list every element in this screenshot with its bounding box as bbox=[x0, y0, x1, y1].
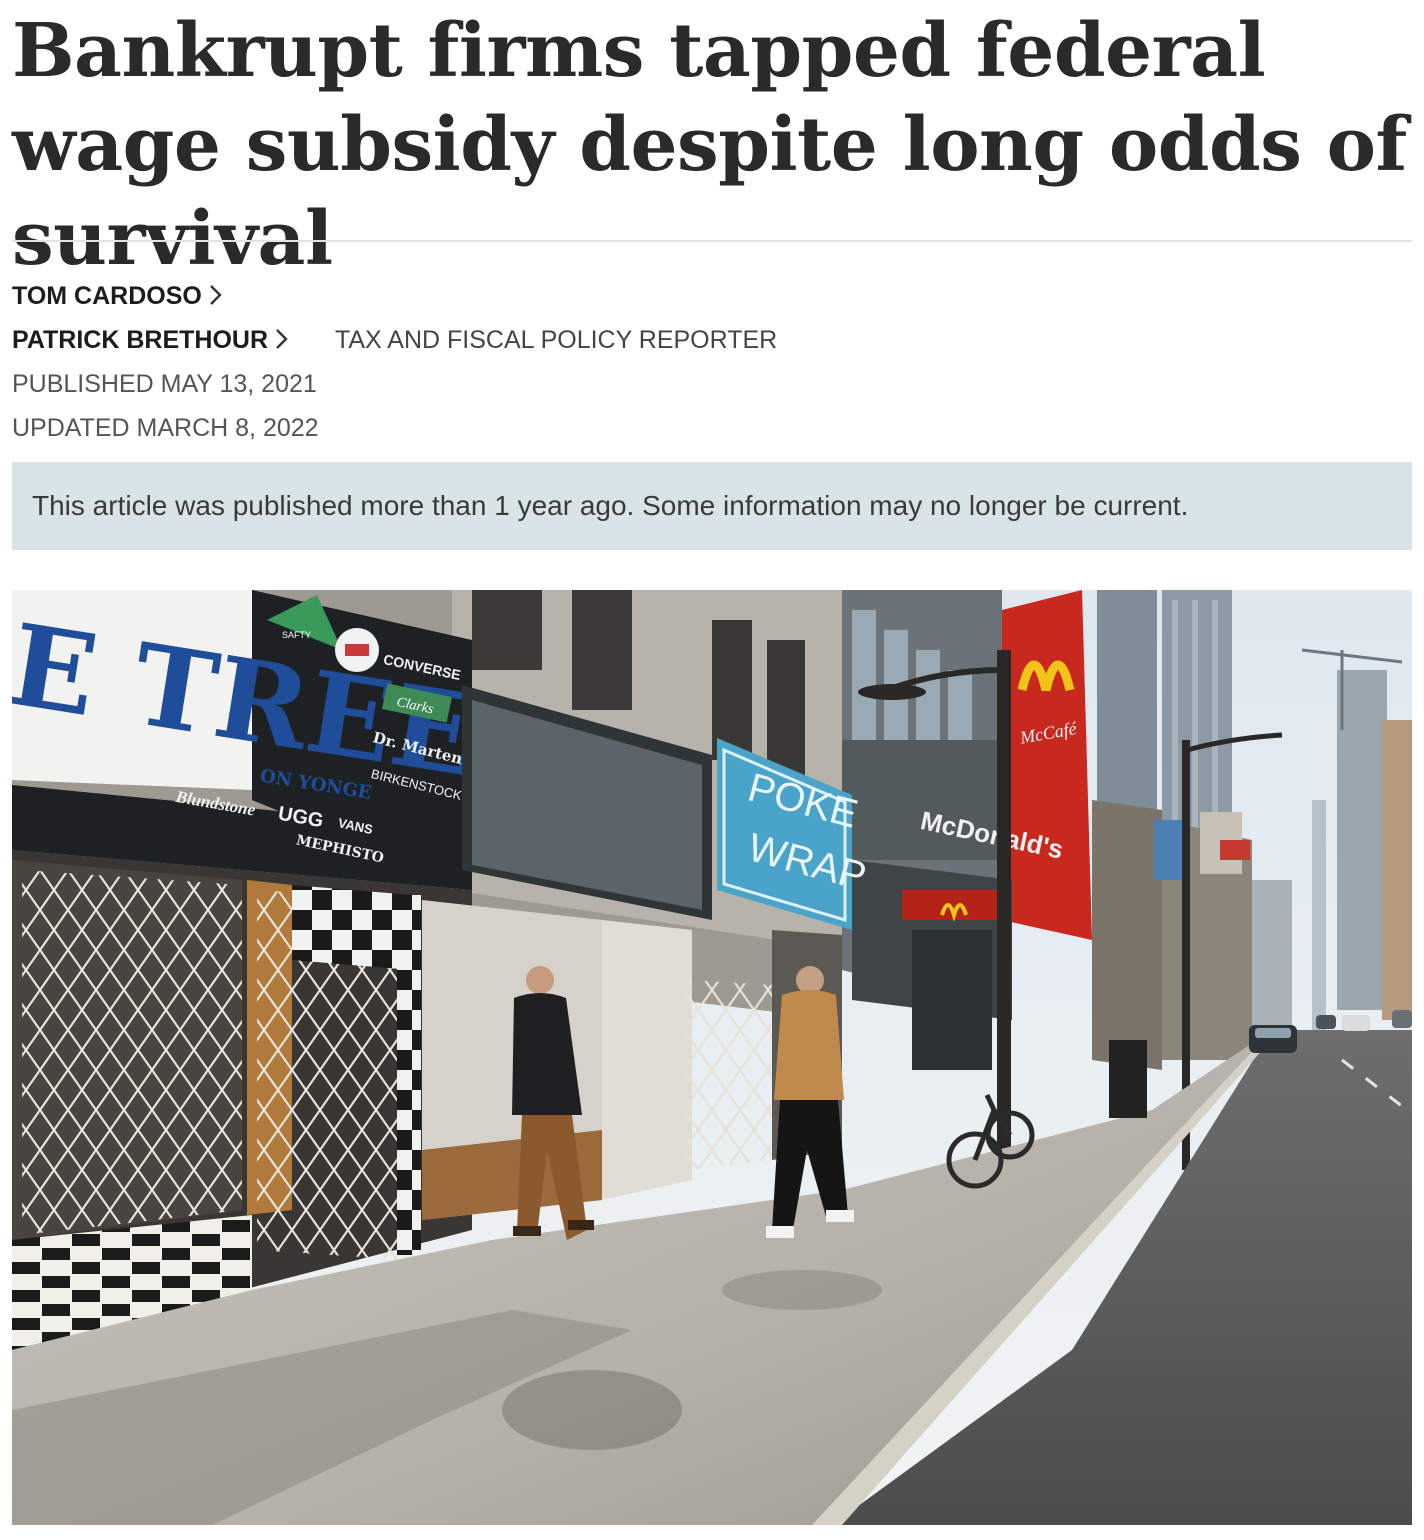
article-page: Bankrupt firms tapped federal wage subsi… bbox=[0, 0, 1424, 1540]
headline-divider bbox=[12, 240, 1412, 242]
article-headline: Bankrupt firms tapped federal wage subsi… bbox=[12, 8, 1407, 282]
author-role: TAX AND FISCAL POLICY REPORTER bbox=[334, 326, 778, 354]
byline-row-2: PATRICK BRETHOUR TAX AND FISCAL POLICY R… bbox=[12, 325, 777, 355]
author-name[interactable]: TOM CARDOSO bbox=[12, 282, 202, 310]
byline-row-1: TOM CARDOSO bbox=[12, 281, 226, 311]
chevron-right-icon bbox=[209, 285, 222, 305]
street-scene-illustration: McCafé McDonald's E TREE ON YONGE SAFTY bbox=[12, 590, 1412, 1525]
lead-photo: McCafé McDonald's E TREE ON YONGE SAFTY bbox=[12, 590, 1412, 1525]
notice-text: This article was published more than 1 y… bbox=[32, 490, 1189, 521]
published-date: PUBLISHED MAY 13, 2021 bbox=[12, 370, 317, 398]
author-link-tom-cardoso[interactable]: TOM CARDOSO bbox=[12, 282, 226, 310]
safety-badge: SAFTY bbox=[282, 630, 311, 640]
chevron-right-icon bbox=[276, 329, 288, 349]
updated-date: UPDATED MARCH 8, 2022 bbox=[12, 414, 319, 442]
author-link-patrick-brethour[interactable]: PATRICK BRETHOUR bbox=[12, 326, 299, 354]
author-name[interactable]: PATRICK BRETHOUR bbox=[12, 326, 268, 354]
stale-article-notice: This article was published more than 1 y… bbox=[12, 462, 1412, 550]
